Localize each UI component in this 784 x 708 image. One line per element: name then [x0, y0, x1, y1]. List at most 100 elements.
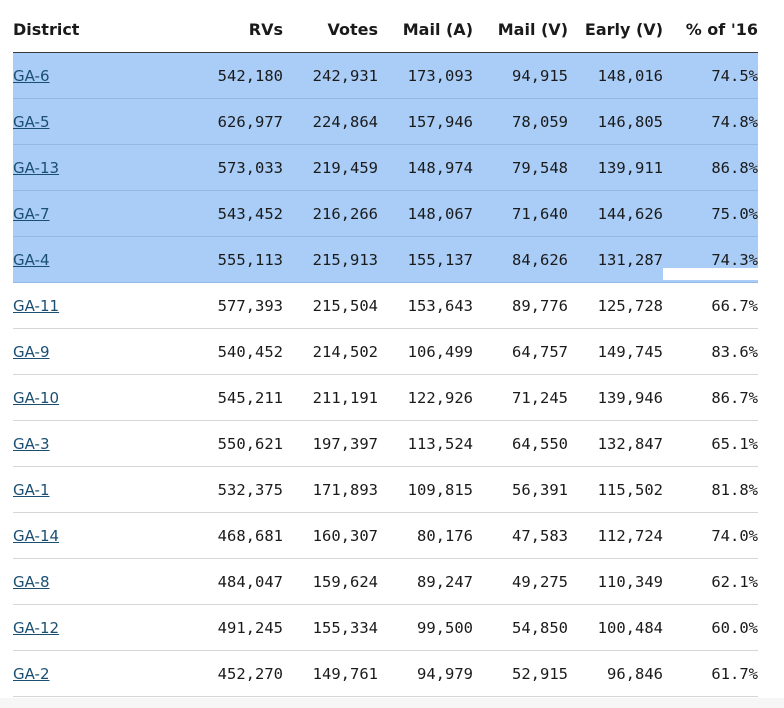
votes-cell: 160,307	[283, 512, 378, 559]
district-cell: GA-6	[13, 52, 143, 99]
district-link[interactable]: GA-8	[13, 573, 50, 591]
header-district[interactable]: District	[13, 6, 143, 53]
header-mail-a[interactable]: Mail (A)	[378, 6, 473, 53]
table-row[interactable]: GA-13 573,033 219,459 148,974 79,548 139,911 8…	[13, 144, 758, 191]
early-v-cell: 125,728	[568, 282, 663, 329]
rvs-cell: 532,375	[143, 466, 283, 513]
votes-cell: 224,864	[283, 98, 378, 145]
table-body: GA-6 542,180 242,931 173,093 94,915 148,016 74…	[13, 52, 758, 697]
mail-v-cell: 84,626	[473, 236, 568, 283]
header-early-v[interactable]: Early (V)	[568, 6, 663, 53]
district-cell: GA-4	[13, 236, 143, 283]
mail-v-cell: 89,776	[473, 282, 568, 329]
mail-a-cell: 106,499	[378, 328, 473, 375]
rvs-cell: 484,047	[143, 558, 283, 605]
district-cell: GA-1	[13, 466, 143, 513]
table-row[interactable]: GA-7 543,452 216,266 148,067 71,640 144,626 75…	[13, 190, 758, 237]
early-v-cell: 144,626	[568, 190, 663, 237]
rvs-cell: 550,621	[143, 420, 283, 467]
mail-v-cell: 79,548	[473, 144, 568, 191]
mail-a-cell: 80,176	[378, 512, 473, 559]
district-link[interactable]: GA-10	[13, 389, 59, 407]
rvs-cell: 452,270	[143, 650, 283, 697]
mail-v-cell: 52,915	[473, 650, 568, 697]
early-v-cell: 146,805	[568, 98, 663, 145]
district-link[interactable]: GA-13	[13, 159, 59, 177]
pct-16-cell: 83.6%	[663, 328, 758, 375]
district-link[interactable]: GA-14	[13, 527, 59, 545]
table-row[interactable]: GA-1 532,375 171,893 109,815 56,391 115,502 81…	[13, 466, 758, 513]
district-link[interactable]: GA-2	[13, 665, 50, 683]
pct-16-cell: 86.7%	[663, 374, 758, 421]
mail-v-cell: 54,850	[473, 604, 568, 651]
district-cell: GA-8	[13, 558, 143, 605]
header-mail-v[interactable]: Mail (V)	[473, 6, 568, 53]
district-link[interactable]: GA-12	[13, 619, 59, 637]
mail-a-cell: 99,500	[378, 604, 473, 651]
early-v-cell: 100,484	[568, 604, 663, 651]
table-row[interactable]: GA-9 540,452 214,502 106,499 64,757 149,745 83…	[13, 328, 758, 375]
mail-a-cell: 173,093	[378, 52, 473, 99]
page-bottom-edge	[0, 698, 784, 708]
district-cell: GA-11	[13, 282, 143, 329]
rvs-cell: 543,452	[143, 190, 283, 237]
header-rvs[interactable]: RVs	[143, 6, 283, 53]
mail-a-cell: 113,524	[378, 420, 473, 467]
mail-v-cell: 47,583	[473, 512, 568, 559]
rvs-cell: 468,681	[143, 512, 283, 559]
mail-v-cell: 94,915	[473, 52, 568, 99]
header-row: District RVs Votes Mail (A) Mail (V) Ear…	[13, 6, 758, 53]
early-v-cell: 148,016	[568, 52, 663, 99]
mail-a-cell: 153,643	[378, 282, 473, 329]
votes-cell: 219,459	[283, 144, 378, 191]
mail-a-cell: 148,974	[378, 144, 473, 191]
table-row[interactable]: GA-4 555,113 215,913 155,137 84,626 131,287 74…	[13, 236, 758, 283]
district-cell: GA-12	[13, 604, 143, 651]
district-cell: GA-3	[13, 420, 143, 467]
votes-cell: 214,502	[283, 328, 378, 375]
votes-cell: 216,266	[283, 190, 378, 237]
header-votes[interactable]: Votes	[283, 6, 378, 53]
votes-cell: 159,624	[283, 558, 378, 605]
district-link[interactable]: GA-7	[13, 205, 50, 223]
table-row[interactable]: GA-6 542,180 242,931 173,093 94,915 148,016 74…	[13, 52, 758, 99]
table-row[interactable]: GA-3 550,621 197,397 113,524 64,550 132,847 65…	[13, 420, 758, 467]
early-v-cell: 115,502	[568, 466, 663, 513]
pct-16-cell: 66.7%	[663, 282, 758, 329]
district-link[interactable]: GA-1	[13, 481, 50, 499]
table-row[interactable]: GA-12 491,245 155,334 99,500 54,850 100,484 60…	[13, 604, 758, 651]
district-link[interactable]: GA-9	[13, 343, 50, 361]
votes-cell: 197,397	[283, 420, 378, 467]
early-v-cell: 112,724	[568, 512, 663, 559]
mail-v-cell: 64,757	[473, 328, 568, 375]
district-cell: GA-2	[13, 650, 143, 697]
district-link[interactable]: GA-3	[13, 435, 50, 453]
district-link[interactable]: GA-6	[13, 67, 50, 85]
table-row[interactable]: GA-8 484,047 159,624 89,247 49,275 110,349 62.…	[13, 558, 758, 605]
early-v-cell: 96,846	[568, 650, 663, 697]
table-row[interactable]: GA-10 545,211 211,191 122,926 71,245 139,946 8…	[13, 374, 758, 421]
table-header: District RVs Votes Mail (A) Mail (V) Ear…	[13, 6, 758, 53]
rvs-cell: 577,393	[143, 282, 283, 329]
pct-16-cell: 60.0%	[663, 604, 758, 651]
table-row[interactable]: GA-14 468,681 160,307 80,176 47,583 112,724 74…	[13, 512, 758, 559]
votes-cell: 242,931	[283, 52, 378, 99]
early-v-cell: 139,946	[568, 374, 663, 421]
table-row[interactable]: GA-2 452,270 149,761 94,979 52,915 96,846 61.7…	[13, 650, 758, 697]
header-pct-16[interactable]: % of '16	[663, 6, 758, 53]
early-v-cell: 132,847	[568, 420, 663, 467]
votes-cell: 155,334	[283, 604, 378, 651]
pct-16-cell: 62.1%	[663, 558, 758, 605]
district-link[interactable]: GA-11	[13, 297, 59, 315]
pct-16-cell: 81.8%	[663, 466, 758, 513]
district-cell: GA-13	[13, 144, 143, 191]
district-link[interactable]: GA-5	[13, 113, 50, 131]
mail-v-cell: 71,245	[473, 374, 568, 421]
table-row[interactable]: GA-11 577,393 215,504 153,643 89,776 125,728 6…	[13, 282, 758, 329]
rvs-cell: 573,033	[143, 144, 283, 191]
table-row[interactable]: GA-5 626,977 224,864 157,946 78,059 146,805 74…	[13, 98, 758, 145]
mail-a-cell: 155,137	[378, 236, 473, 283]
pct-16-cell: 74.0%	[663, 512, 758, 559]
pct-16-cell: 86.8%	[663, 144, 758, 191]
district-link[interactable]: GA-4	[13, 251, 50, 269]
